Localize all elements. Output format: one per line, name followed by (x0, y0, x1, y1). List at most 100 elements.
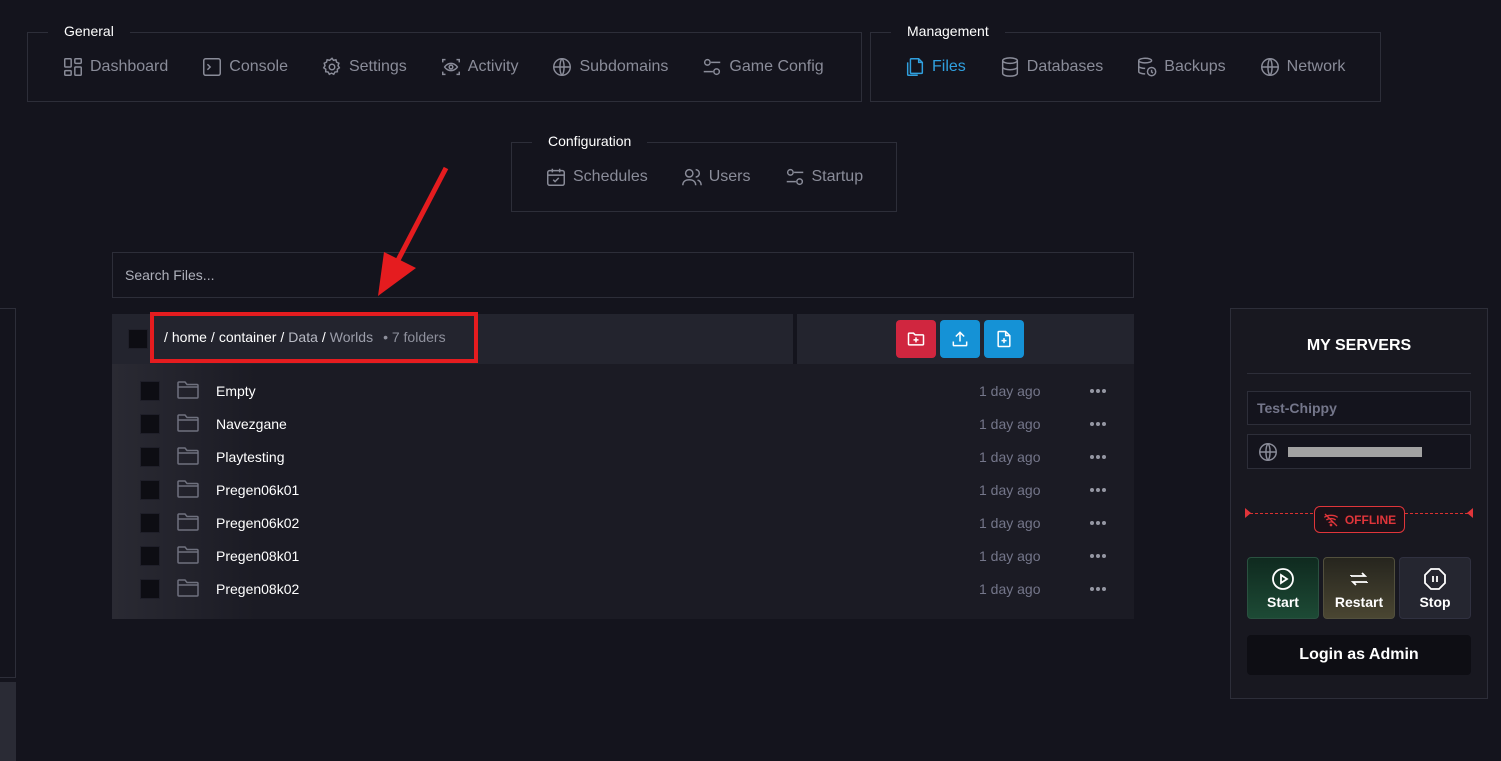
nav-group-general: General Dashboard Console Settings Activ… (27, 17, 862, 102)
left-panel-edge (0, 308, 16, 678)
file-modified: 1 day ago (979, 416, 1041, 432)
nav-item-settings[interactable]: Settings (321, 56, 407, 78)
row-checkbox[interactable] (140, 447, 160, 467)
file-name[interactable]: Navezgane (216, 416, 287, 432)
wifi-off-icon (1323, 513, 1338, 526)
nav-item-console[interactable]: Console (201, 56, 288, 78)
start-label: Start (1267, 593, 1299, 610)
server-name-field[interactable]: Test-Chippy (1247, 391, 1471, 425)
file-plus-icon (997, 330, 1011, 348)
file-row[interactable]: Pregen06k01 1 day ago (112, 474, 1134, 507)
file-modified: 1 day ago (979, 515, 1041, 531)
globe-icon (1259, 56, 1281, 78)
restart-button[interactable]: Restart (1323, 557, 1395, 619)
sliders-icon (701, 56, 723, 78)
more-options-icon[interactable] (1088, 414, 1108, 434)
login-as-admin-button[interactable]: Login as Admin (1247, 635, 1471, 675)
status-marker-left (1245, 508, 1251, 518)
new-folder-button[interactable] (896, 320, 936, 358)
users-icon (681, 166, 703, 188)
stop-button[interactable]: Stop (1399, 557, 1471, 619)
files-icon (904, 56, 926, 78)
file-name[interactable]: Pregen08k02 (216, 581, 299, 597)
nav-item-databases[interactable]: Databases (999, 56, 1103, 78)
activity-icon (440, 56, 462, 78)
breadcrumb-container[interactable]: container (219, 329, 277, 345)
folder-icon (177, 513, 199, 531)
upload-icon (952, 331, 968, 347)
calendar-icon (545, 166, 567, 188)
server-ip-field[interactable] (1247, 434, 1471, 469)
file-row[interactable]: Empty 1 day ago (112, 375, 1134, 408)
file-modified: 1 day ago (979, 449, 1041, 465)
breadcrumb: / home / container / Data / Worlds • 7 f… (164, 329, 450, 345)
nav-label-dashboard: Dashboard (90, 58, 169, 75)
select-all-checkbox[interactable] (128, 329, 148, 349)
row-checkbox[interactable] (140, 579, 160, 599)
more-options-icon[interactable] (1088, 381, 1108, 401)
left-panel-edge-lower (0, 682, 16, 761)
stop-label: Stop (1419, 593, 1451, 610)
new-file-button[interactable] (984, 320, 1024, 358)
file-row[interactable]: Playtesting 1 day ago (112, 441, 1134, 474)
play-icon (1272, 567, 1294, 590)
file-row[interactable]: Pregen08k02 1 day ago (112, 573, 1134, 606)
nav-item-dashboard[interactable]: Dashboard (62, 56, 168, 78)
breadcrumb-data[interactable]: Data (288, 329, 318, 345)
file-modified: 1 day ago (979, 548, 1041, 564)
file-modified: 1 day ago (979, 482, 1041, 498)
file-row[interactable]: Pregen08k01 1 day ago (112, 540, 1134, 573)
upload-button[interactable] (940, 320, 980, 358)
folder-icon (177, 480, 199, 498)
divider (1247, 373, 1471, 374)
file-row[interactable]: Navezgane 1 day ago (112, 408, 1134, 441)
row-checkbox[interactable] (140, 381, 160, 401)
nav-item-startup[interactable]: Startup (784, 166, 863, 188)
breadcrumb-worlds: Worlds (329, 329, 374, 345)
folder-icon (177, 546, 199, 564)
start-button[interactable]: Start (1247, 557, 1319, 619)
file-name[interactable]: Playtesting (216, 449, 284, 465)
repeat-icon (1350, 571, 1368, 586)
nav-item-activity[interactable]: Activity (440, 56, 518, 78)
file-name[interactable]: Pregen06k02 (216, 515, 299, 531)
file-name[interactable]: Pregen06k01 (216, 482, 299, 498)
nav-item-subdomains[interactable]: Subdomains (551, 56, 668, 78)
nav-item-files[interactable]: Files (904, 56, 966, 78)
folder-icon (177, 447, 199, 465)
gear-icon (321, 56, 343, 78)
database-icon (999, 56, 1021, 78)
nav-label-users: Users (708, 168, 751, 185)
more-options-icon[interactable] (1088, 546, 1108, 566)
nav-item-game-config[interactable]: Game Config (701, 56, 824, 78)
more-options-icon[interactable] (1088, 480, 1108, 500)
nav-item-backups[interactable]: Backups (1136, 56, 1226, 78)
file-row[interactable]: Pregen06k02 1 day ago (112, 507, 1134, 540)
globe-icon (551, 56, 573, 78)
console-icon (201, 56, 223, 78)
nav-item-users[interactable]: Users (681, 166, 751, 188)
nav-group-title-configuration: Configuration (532, 127, 648, 155)
more-options-icon[interactable] (1088, 447, 1108, 467)
file-modified: 1 day ago (979, 383, 1041, 399)
status-badge: OFFLINE (1314, 506, 1405, 533)
more-options-icon[interactable] (1088, 513, 1108, 533)
breadcrumb-home[interactable]: home (172, 329, 207, 345)
more-options-icon[interactable] (1088, 579, 1108, 599)
file-name[interactable]: Empty (216, 383, 256, 399)
sliders-icon (784, 166, 806, 188)
folder-count: • 7 folders (383, 329, 446, 345)
nav-group-title-general: General (48, 17, 130, 45)
row-checkbox[interactable] (140, 480, 160, 500)
restart-label: Restart (1334, 593, 1384, 610)
redacted-ip (1288, 447, 1422, 457)
row-checkbox[interactable] (140, 513, 160, 533)
search-input[interactable] (112, 252, 1134, 298)
dashboard-icon (62, 56, 84, 78)
file-name[interactable]: Pregen08k01 (216, 548, 299, 564)
row-checkbox[interactable] (140, 546, 160, 566)
nav-item-network[interactable]: Network (1259, 56, 1345, 78)
nav-item-schedules[interactable]: Schedules (545, 166, 648, 188)
nav-label-console: Console (229, 58, 288, 75)
row-checkbox[interactable] (140, 414, 160, 434)
